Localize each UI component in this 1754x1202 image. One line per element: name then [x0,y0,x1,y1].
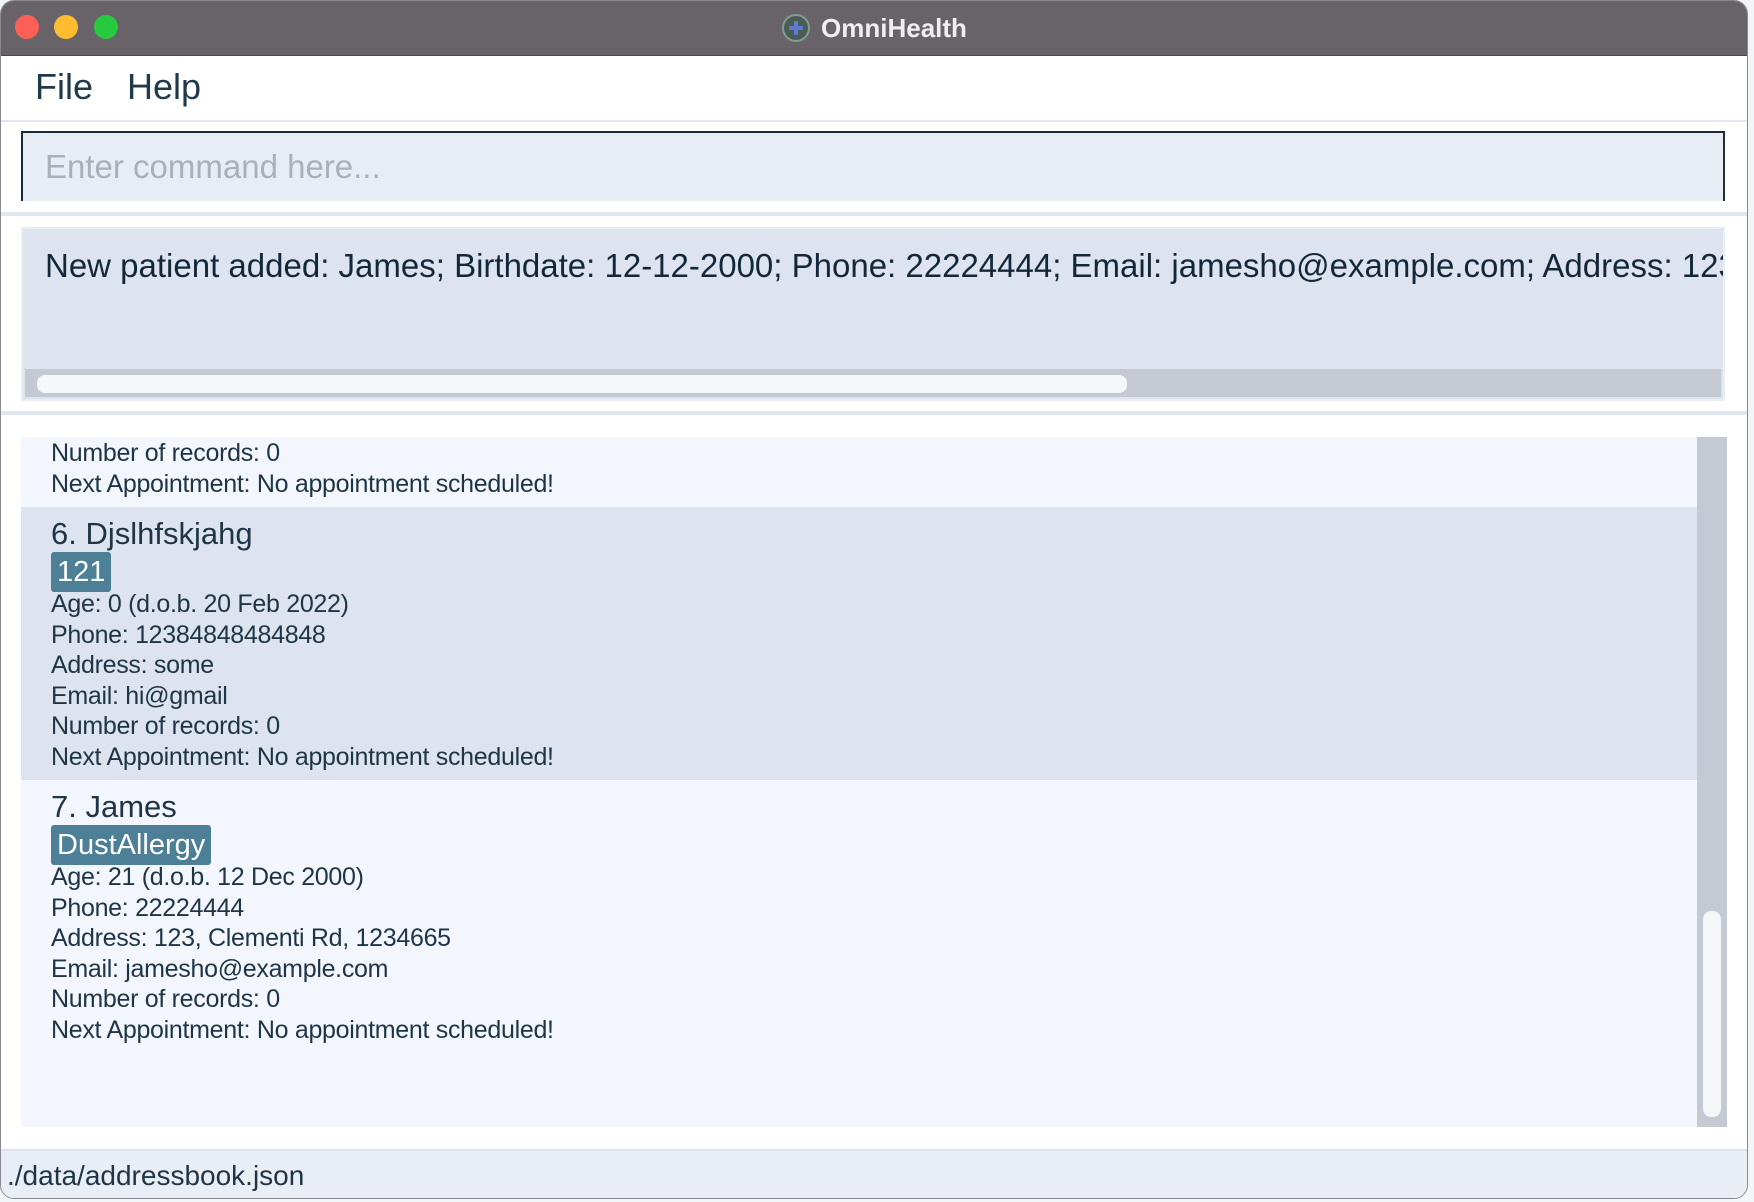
patient-records: Number of records: 0 [51,985,280,1013]
window-title-group: OmniHealth [1,1,1747,55]
command-panel [1,122,1747,216]
menu-help[interactable]: Help [125,66,203,108]
window-title: OmniHealth [821,12,967,43]
patient-tag: 121 [51,552,112,592]
patient-records: Number of records: 0 [51,439,280,467]
patient-next-appointment: Next Appointment: No appointment schedul… [51,470,554,498]
result-panel: New patient added: James; Birthdate: 12-… [1,216,1747,415]
app-logo-icon [782,14,811,42]
patient-tag: DustAllergy [51,825,212,865]
menu-file[interactable]: File [33,66,95,108]
patient-card[interactable]: 7. James DustAllergy Age: 21 (d.o.b. 12 … [21,780,1697,1054]
result-horizontal-scrollbar[interactable] [25,369,1721,397]
status-bar: ./data/addressbook.json [1,1149,1747,1198]
patient-age: Age: 0 (d.o.b. 20 Feb 2022) [51,590,349,618]
patient-card-selected[interactable]: 6. Djslhfskjahg 121 Age: 0 (d.o.b. 20 Fe… [21,507,1697,780]
patient-name: 6. Djslhfskjahg [51,516,253,551]
patient-email: Email: hi@gmail [51,682,228,710]
patient-address: Address: 123, Clementi Rd, 1234665 [51,924,451,952]
patient-next-appointment: Next Appointment: No appointment schedul… [51,743,554,771]
result-scroll-thumb[interactable] [37,375,1127,393]
patient-list-scroll-thumb[interactable] [1703,911,1721,1117]
result-message: New patient added: James; Birthdate: 12-… [45,247,1725,284]
patient-list-vertical-scrollbar[interactable] [1697,437,1727,1127]
patient-card[interactable]: Number of records: 0 Next Appointment: N… [21,437,1697,507]
patient-phone: Phone: 12384848484848 [51,621,326,649]
result-display[interactable]: New patient added: James; Birthdate: 12-… [21,227,1725,401]
patient-email: Email: jamesho@example.com [51,955,389,983]
data-file-path: ./data/addressbook.json [7,1160,305,1191]
menu-bar: File Help [1,56,1747,122]
patient-records: Number of records: 0 [51,712,280,740]
command-input[interactable] [21,131,1725,201]
app-window: OmniHealth File Help New patient added: … [0,0,1748,1199]
patient-next-appointment: Next Appointment: No appointment schedul… [51,1016,554,1044]
patient-address: Address: some [51,651,214,679]
patient-phone: Phone: 22224444 [51,894,244,922]
patient-name: 7. James [51,789,177,824]
patient-list-panel: Number of records: 0 Next Appointment: N… [1,415,1747,1151]
title-bar[interactable]: OmniHealth [1,1,1747,56]
patient-list[interactable]: Number of records: 0 Next Appointment: N… [21,437,1697,1127]
patient-age: Age: 21 (d.o.b. 12 Dec 2000) [51,863,364,891]
